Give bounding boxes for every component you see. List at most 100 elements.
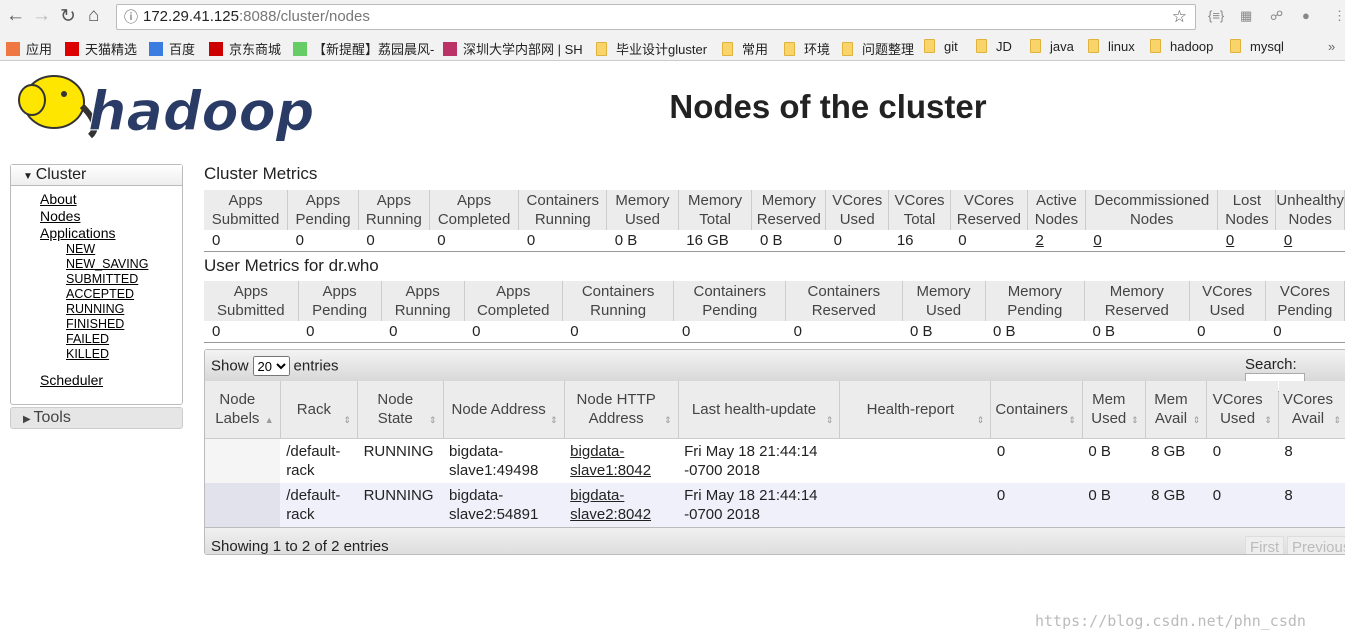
bookmark-item[interactable]: 【新提醒】荔园晨风- [293,39,434,58]
table-cell: Fri May 18 21:44:14 -0700 2018 [678,438,840,483]
reload-icon[interactable]: ↻ [60,5,76,28]
bookmark-item[interactable]: 应用 [6,39,52,58]
back-icon[interactable]: ← [6,5,25,27]
metric-value: 0 [1085,230,1218,252]
sidebar-link-finished[interactable]: FINISHED [66,317,182,332]
column-header[interactable]: VCores Avail ⇕ [1278,381,1345,439]
metric-header: Decommissioned Nodes [1085,190,1219,230]
page-size-select[interactable]: 20 [252,356,290,376]
nodes-table: Node Labels ▲ Rack ⇕ Node State ⇕ Node Address… [205,381,1345,527]
bookmark-item[interactable]: 环境 [784,39,830,58]
table-cell: RUNNING [357,482,444,527]
metric-header: Containers Running [518,190,608,230]
bookmark-item[interactable]: mysql [1230,39,1284,54]
table-cell: bigdata-slave1:8042 [564,438,679,483]
address-bar[interactable]: ⓘ 172.29.41.125:8088/cluster/nodes ☆ [116,4,1196,30]
bookmark-item[interactable]: JD [976,39,1012,54]
metric-link[interactable]: 2 [1035,232,1043,249]
node-http-link[interactable]: bigdata-slave2:8042 [570,487,651,523]
column-header[interactable]: Mem Avail ⇕ [1145,381,1208,439]
watermark: https://blog.csdn.net/phn_csdn [1035,612,1306,630]
bookmark-item[interactable]: 百度 [149,39,195,58]
sidebar-link-new-saving[interactable]: NEW_SAVING [66,257,182,272]
column-header[interactable]: Containers ⇕ [990,381,1083,439]
folder-icon [1230,39,1241,53]
table-cell: Fri May 18 21:44:14 -0700 2018 [678,482,840,527]
column-header[interactable]: Last health-update ⇕ [678,381,841,439]
metric-header: Memory Pending [985,281,1086,321]
metric-header: Active Nodes [1027,190,1086,230]
sidebar-link-scheduler[interactable]: Scheduler [40,372,182,389]
bookmark-item[interactable]: java [1030,39,1074,54]
table-cell [839,482,991,527]
sidebar-link-failed[interactable]: FAILED [66,332,182,347]
bookmark-star-icon[interactable]: ☆ [1172,5,1187,29]
cluster-metrics-table: Apps Submitted Apps Pending Apps Running Ap… [204,190,1345,252]
sidebar-link-applications[interactable]: Applications [40,225,182,242]
table-cell: 0 [1206,438,1279,483]
bookmark-item[interactable]: hadoop [1150,39,1213,54]
metric-value: 0 [298,321,382,343]
bookmark-item[interactable]: 毕业设计gluster [596,39,707,58]
info-icon[interactable]: ⓘ [124,5,138,29]
sidebar-link-nodes[interactable]: Nodes [40,208,182,225]
sidebar-link-running[interactable]: RUNNING [66,302,182,317]
sidebar-link-accepted[interactable]: ACCEPTED [66,287,182,302]
metric-header: Apps Pending [298,281,382,321]
bookmark-item[interactable]: linux [1088,39,1135,54]
forward-icon[interactable]: → [32,5,51,27]
node-http-link[interactable]: bigdata-slave1:8042 [570,443,651,479]
page-title: Nodes of the cluster [669,88,987,125]
metric-link[interactable]: 0 [1284,232,1292,249]
metric-value: 0 [950,230,1028,252]
metric-value: 0 [204,230,288,252]
home-icon[interactable]: ⌂ [88,5,99,27]
column-header[interactable]: Health-report ⇕ [839,381,992,439]
column-header[interactable]: Node HTTP Address ⇕ [564,381,679,439]
column-header[interactable]: Node State ⇕ [357,381,444,439]
metric-value: 16 GB [678,230,752,252]
column-header[interactable]: Rack ⇕ [280,381,359,439]
previous-page-button[interactable]: Previous [1287,535,1345,554]
evernote-icon[interactable]: ● [1302,8,1310,23]
sidebar-cluster-header[interactable]: ▼ Cluster [11,165,182,186]
bookmark-item[interactable]: 深圳大学内部网 | SH [443,39,583,58]
translate-extension-icon[interactable]: ☍ [1270,8,1283,24]
table-cell: RUNNING [357,438,444,483]
column-header[interactable]: VCores Used ⇕ [1206,381,1279,439]
json-extension-icon[interactable]: {≡} [1208,8,1224,23]
bookmark-item[interactable]: 京东商城 [209,39,281,58]
first-page-button[interactable]: First [1245,535,1285,554]
bookmark-item[interactable]: 问题整理 [842,39,914,58]
bookmark-item[interactable]: git [924,39,958,54]
column-header[interactable]: Node Labels ▲ [205,381,281,439]
sidebar-link-submitted[interactable]: SUBMITTED [66,272,182,287]
table-cell [205,482,281,527]
metric-link[interactable]: 0 [1226,232,1234,249]
folder-icon [596,42,607,56]
column-header[interactable]: Mem Used ⇕ [1082,381,1146,439]
browser-toolbar: ← → ↻ ⌂ ⓘ 172.29.41.125:8088/cluster/nod… [0,0,1345,33]
menu-icon[interactable]: ⋮ [1333,8,1345,24]
column-header[interactable]: Node Address ⇕ [443,381,565,439]
sidebar-link-killed[interactable]: KILLED [66,347,182,362]
bookmark-item[interactable]: 天猫精选 [65,39,137,58]
table-cell: 8 GB [1145,438,1207,483]
sort-icon: ⇕ [1068,414,1076,425]
metric-header: Containers Pending [673,281,787,321]
sort-icon: ⇕ [1333,414,1341,425]
site-icon [65,42,79,56]
sort-icon: ⇕ [550,414,558,425]
sidebar-link-new[interactable]: NEW [66,242,182,257]
metric-link[interactable]: 0 [1093,232,1101,249]
table-cell: 8 [1278,438,1345,483]
bookmark-item[interactable]: 常用 [722,39,768,58]
metric-header: VCores Reserved [950,190,1028,230]
rp-extension-icon[interactable]: ▦ [1240,8,1252,24]
sidebar-link-about[interactable]: About [40,191,182,208]
sort-asc-icon: ▲ [264,414,274,425]
sort-icon: ⇕ [343,414,352,425]
more-bookmarks-icon[interactable]: » [1328,39,1335,54]
sidebar-tools-header[interactable]: ▶ Tools [10,407,183,429]
user-metrics-table: Apps Submitted Apps Pending Apps Running Ap… [204,281,1345,343]
